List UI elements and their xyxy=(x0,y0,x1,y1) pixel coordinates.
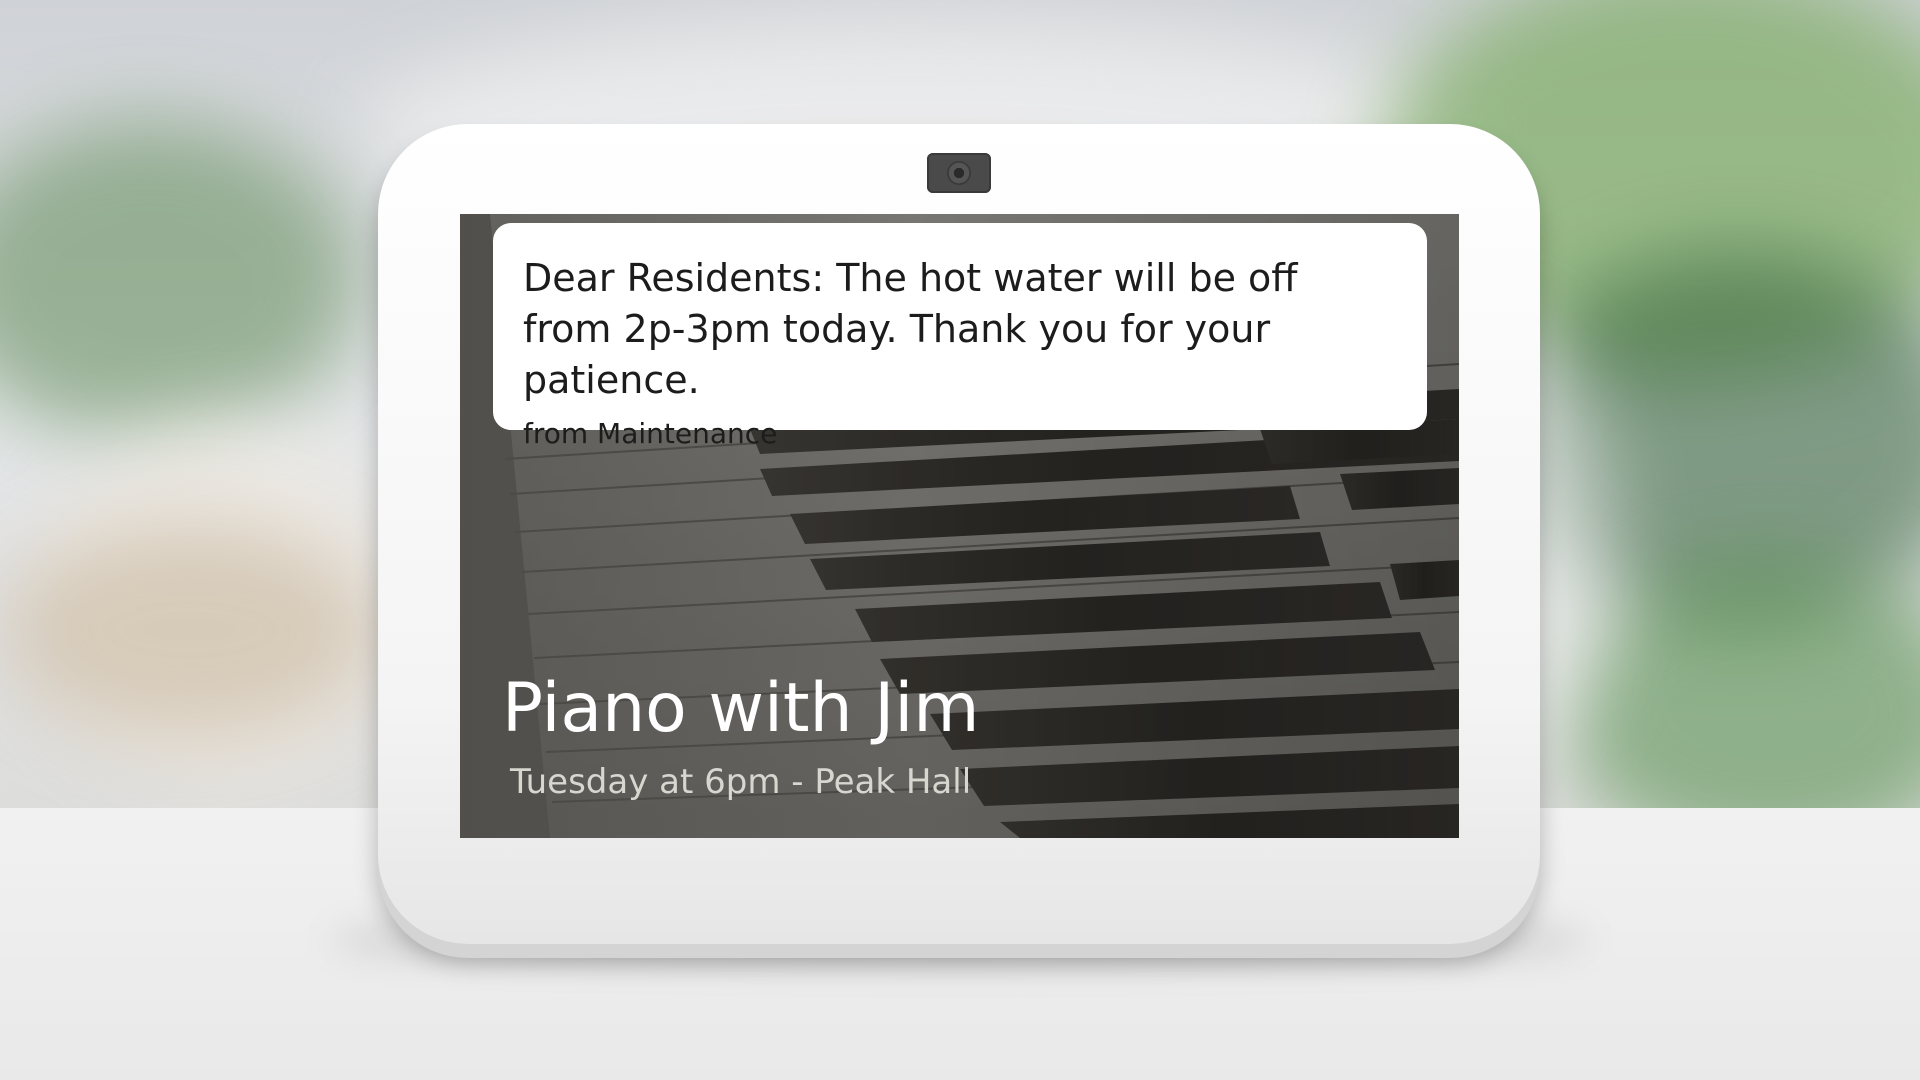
event-subtitle: Tuesday at 6pm - Peak Hall xyxy=(510,762,972,802)
camera-icon xyxy=(927,153,991,193)
notification-sender: from Maintenance xyxy=(523,417,778,450)
notification-card[interactable]: Dear Residents: The hot water will be of… xyxy=(493,223,1427,450)
camera-lens xyxy=(947,161,971,185)
scene: Dear Residents: The hot water will be of… xyxy=(0,0,1920,1080)
smart-display-device: Dear Residents: The hot water will be of… xyxy=(378,124,1540,944)
display-screen[interactable]: Dear Residents: The hot water will be of… xyxy=(460,214,1459,838)
notification-message: Dear Residents: The hot water will be of… xyxy=(523,256,1298,402)
event-title: Piano with Jim xyxy=(502,669,980,748)
